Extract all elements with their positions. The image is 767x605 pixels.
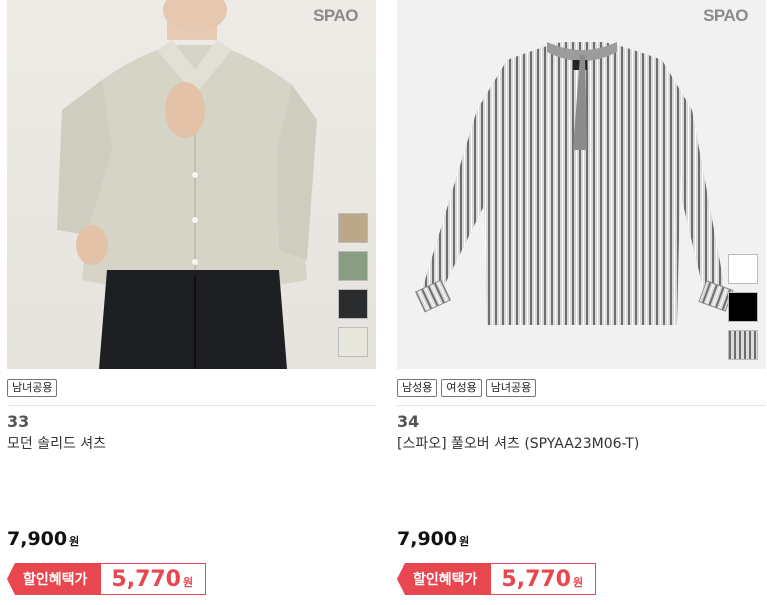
divider: [7, 405, 376, 406]
regular-price: 7,900: [397, 528, 458, 550]
gender-tag: 남녀공용: [7, 379, 58, 397]
color-swatch-sage[interactable]: [338, 251, 368, 281]
currency-unit: 원: [573, 576, 584, 589]
price-row: 7,900 원: [7, 528, 79, 550]
currency-unit: 원: [69, 535, 80, 548]
color-swatches: [338, 213, 368, 357]
color-swatch-white[interactable]: [728, 254, 758, 284]
color-swatches: [728, 254, 758, 360]
benefit-price-box: 5,770 원: [101, 563, 207, 595]
color-swatch-black[interactable]: [728, 292, 758, 322]
product-card[interactable]: SPAO 남성용 여성용 남녀공용 34 [스파오] 풀오버 셔츠 (SPYAA…: [397, 0, 766, 605]
discount-benefit-badge: 할인혜택가 5,770 원: [397, 563, 597, 595]
currency-unit: 원: [183, 576, 194, 589]
color-swatch-stripe[interactable]: [728, 330, 758, 360]
color-swatch-ivory[interactable]: [338, 327, 368, 357]
benefit-price: 5,770: [111, 566, 181, 592]
price-row: 7,900 원: [397, 528, 469, 550]
tag-list: 남녀공용: [7, 379, 376, 397]
benefit-price: 5,770: [501, 566, 571, 592]
product-grid: SPAO 남녀공용 33 모던 솔리드 셔츠 7,900 원 할인혜택가 5,7…: [0, 0, 767, 605]
product-card[interactable]: SPAO 남녀공용 33 모던 솔리드 셔츠 7,900 원 할인혜택가 5,7…: [7, 0, 376, 605]
currency-unit: 원: [459, 535, 470, 548]
benefit-price-box: 5,770 원: [491, 563, 597, 595]
regular-price: 7,900: [7, 528, 68, 550]
gender-tag: 여성용: [441, 379, 482, 397]
color-swatch-charcoal[interactable]: [338, 289, 368, 319]
divider: [397, 405, 766, 406]
benefit-label: 할인혜택가: [7, 563, 102, 595]
color-swatch-beige[interactable]: [338, 213, 368, 243]
brand-logo: SPAO: [313, 6, 358, 25]
tag-list: 남성용 여성용 남녀공용: [397, 379, 766, 397]
product-name[interactable]: 모던 솔리드 셔츠: [7, 433, 376, 453]
product-name[interactable]: [스파오] 풀오버 셔츠 (SPYAA23M06-T): [397, 433, 766, 453]
striped-shirt-photo: [414, 42, 734, 325]
benefit-label: 할인혜택가: [397, 563, 492, 595]
discount-benefit-badge: 할인혜택가 5,770 원: [7, 563, 207, 595]
rank-number: 34: [397, 412, 420, 431]
gender-tag: 남성용: [397, 379, 438, 397]
gender-tag: 남녀공용: [485, 379, 537, 397]
brand-logo: SPAO: [703, 6, 748, 25]
product-image[interactable]: SPAO: [397, 0, 766, 369]
model-shirt-photo: [57, 0, 317, 369]
product-image[interactable]: SPAO: [7, 0, 376, 369]
rank-number: 33: [7, 412, 30, 431]
